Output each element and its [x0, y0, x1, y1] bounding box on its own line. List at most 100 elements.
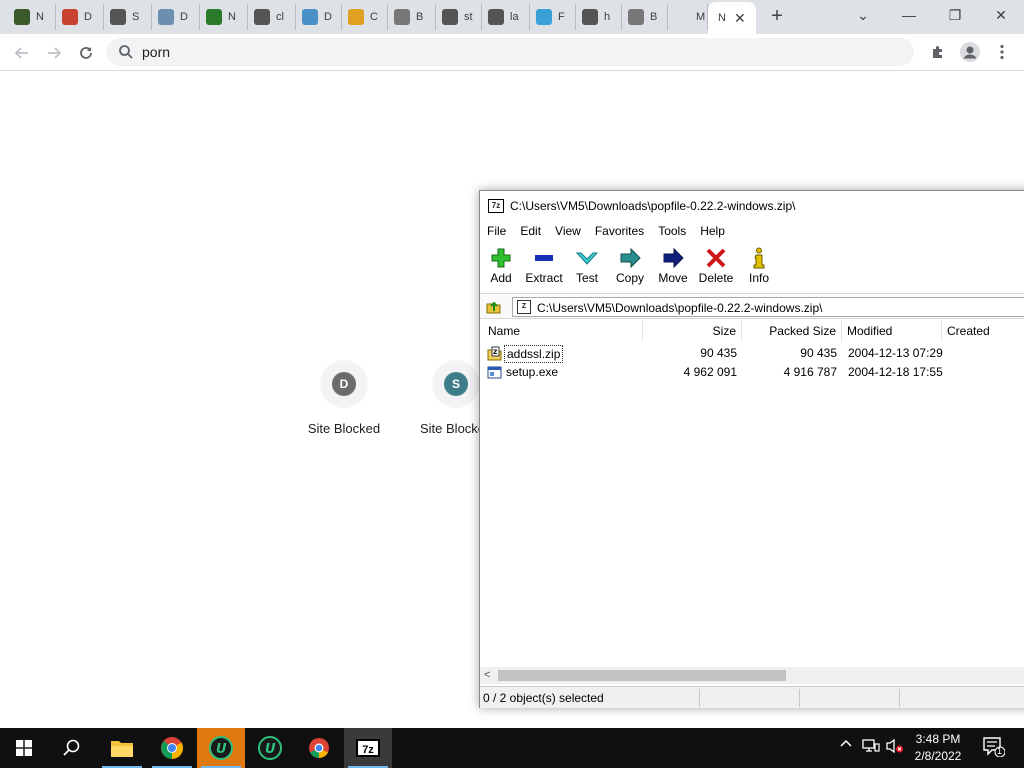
info-button[interactable]: Info	[738, 245, 780, 285]
browser-tab[interactable]: N	[8, 4, 56, 30]
browser-tab[interactable]: B	[622, 4, 668, 30]
tab-title: la	[510, 11, 519, 23]
menu-edit[interactable]: Edit	[520, 221, 541, 241]
browser-tab[interactable]: cl	[248, 4, 296, 30]
browser-tab[interactable]: M	[668, 4, 708, 30]
browser-tab[interactable]: h	[576, 4, 622, 30]
column-header-name[interactable]: Name	[483, 320, 643, 342]
menu-view[interactable]: View	[555, 221, 581, 241]
clock[interactable]: 3:48 PM 2/8/2022	[908, 731, 968, 765]
column-header-size[interactable]: Size	[643, 320, 742, 342]
scroll-left-icon[interactable]: <	[484, 667, 490, 684]
status-text: 0 / 2 object(s) selected	[483, 691, 604, 705]
horizontal-scrollbar[interactable]: <	[480, 667, 1024, 684]
tab-favicon-icon	[302, 9, 318, 25]
network-button[interactable]	[862, 738, 880, 757]
browser-tab[interactable]: N	[200, 4, 248, 30]
delete-x-icon	[706, 248, 726, 268]
sevenzip-titlebar[interactable]: 7z C:\Users\VM5\Downloads\popfile-0.22.2…	[480, 191, 1024, 221]
volume-button[interactable]	[886, 738, 904, 757]
column-header-created[interactable]: Created	[942, 320, 1024, 342]
taskbar: U U 7z 3:48 PM 2/8/2022 1	[0, 728, 1024, 768]
omnibox[interactable]: porn	[106, 38, 914, 66]
menu-favorites[interactable]: Favorites	[595, 221, 644, 241]
menu-file[interactable]: File	[487, 221, 506, 241]
status-divider	[899, 689, 900, 707]
column-header-modified[interactable]: Modified	[842, 320, 942, 342]
tab-search-icon[interactable]: ⌄	[840, 4, 886, 26]
browser-tab[interactable]: D	[56, 4, 104, 30]
extensions-button[interactable]	[928, 42, 948, 62]
status-divider	[799, 689, 800, 707]
shortcut-tile[interactable]: D Site Blocked	[289, 360, 399, 436]
column-header-packed-size[interactable]: Packed Size	[742, 320, 842, 342]
test-button[interactable]: Test	[566, 245, 608, 285]
menu-help[interactable]: Help	[700, 221, 725, 241]
sevenzip-taskbar-button[interactable]: 7z	[344, 728, 392, 768]
browser-tab[interactable]: F	[530, 4, 576, 30]
shortcut-tile[interactable]: S Site Blocked	[401, 360, 480, 436]
notification-count: 1	[997, 746, 1003, 756]
tab-title: B	[650, 11, 658, 23]
file-packed-size: 4 916 787	[783, 365, 837, 379]
tab-title: cl	[276, 11, 284, 23]
extract-button[interactable]: Extract	[523, 245, 565, 285]
omnibox-value[interactable]: porn	[142, 44, 170, 60]
profile-button[interactable]	[960, 42, 980, 62]
svg-text:Z: Z	[493, 349, 498, 356]
chrome-button[interactable]	[148, 728, 196, 768]
add-button[interactable]: Add	[480, 245, 522, 285]
up-folder-icon[interactable]	[486, 298, 502, 314]
move-arrow-icon	[663, 247, 684, 269]
chrome-profile-button[interactable]	[295, 728, 343, 768]
delete-button[interactable]: Delete	[695, 245, 737, 285]
reload-button[interactable]	[74, 41, 98, 65]
action-center-button[interactable]: 1	[983, 737, 1006, 760]
svg-text:U: U	[216, 742, 227, 757]
browser-tab[interactable]: st	[436, 4, 482, 30]
scrollbar-thumb[interactable]	[498, 670, 786, 681]
folder-icon	[111, 741, 133, 757]
search-icon	[119, 45, 133, 59]
browser-tab[interactable]: C	[342, 4, 388, 30]
file-size: 4 962 091	[683, 365, 737, 379]
search-icon	[63, 739, 80, 756]
browser-tab[interactable]: B	[388, 4, 436, 30]
new-tab-button[interactable]: +	[766, 6, 788, 28]
restore-button[interactable]: ❐	[932, 4, 978, 26]
browser-tab[interactable]: D	[152, 4, 200, 30]
forward-button[interactable]	[42, 41, 66, 65]
clock-time: 3:48 PM	[915, 732, 961, 746]
show-hidden-icons-button[interactable]	[840, 738, 852, 753]
tab-active[interactable]: N ✕	[708, 2, 756, 34]
address-row: Z C:\Users\VM5\Downloads\popfile-0.22.2-…	[480, 293, 1024, 319]
menu-button[interactable]	[992, 42, 1012, 62]
search-taskbar-button[interactable]	[48, 728, 96, 768]
ultraviewer-alt-button[interactable]: U	[246, 728, 294, 768]
file-explorer-button[interactable]	[98, 728, 146, 768]
tab-favicon-icon	[14, 9, 30, 25]
extract-label: Extract	[525, 271, 563, 285]
minus-icon	[535, 255, 553, 261]
file-row[interactable]: Z addssl.zip 90 435 90 435 2004-12-13 07…	[480, 344, 1024, 363]
minimize-button[interactable]: —	[886, 4, 932, 26]
browser-tab[interactable]: S	[104, 4, 152, 30]
tab-favicon-icon	[254, 9, 270, 25]
browser-tab[interactable]: la	[482, 4, 530, 30]
tab-close-icon[interactable]: ✕	[734, 10, 746, 27]
ultraviewer-button[interactable]: U	[197, 728, 245, 768]
start-button[interactable]	[0, 728, 48, 768]
move-button[interactable]: Move	[652, 245, 694, 285]
tab-strip: N D S D Ncl D C Bst la Fh B M N ✕ + ⌄ — ❐ ✕	[0, 0, 1024, 34]
file-row[interactable]: setup.exe 4 962 091 4 916 787 2004-12-18…	[480, 363, 1024, 382]
back-button[interactable]	[10, 41, 34, 65]
close-window-button[interactable]: ✕	[978, 4, 1024, 26]
menu-tools[interactable]: Tools	[658, 221, 686, 241]
browser-tab[interactable]: D	[296, 4, 342, 30]
tile-label: Site Blocked	[420, 421, 479, 436]
address-field[interactable]: Z C:\Users\VM5\Downloads\popfile-0.22.2-…	[512, 297, 1024, 317]
test-label: Test	[575, 271, 598, 285]
copy-button[interactable]: Copy	[609, 245, 651, 285]
tab-favicon-icon	[110, 9, 126, 25]
file-name: setup.exe	[506, 365, 559, 379]
